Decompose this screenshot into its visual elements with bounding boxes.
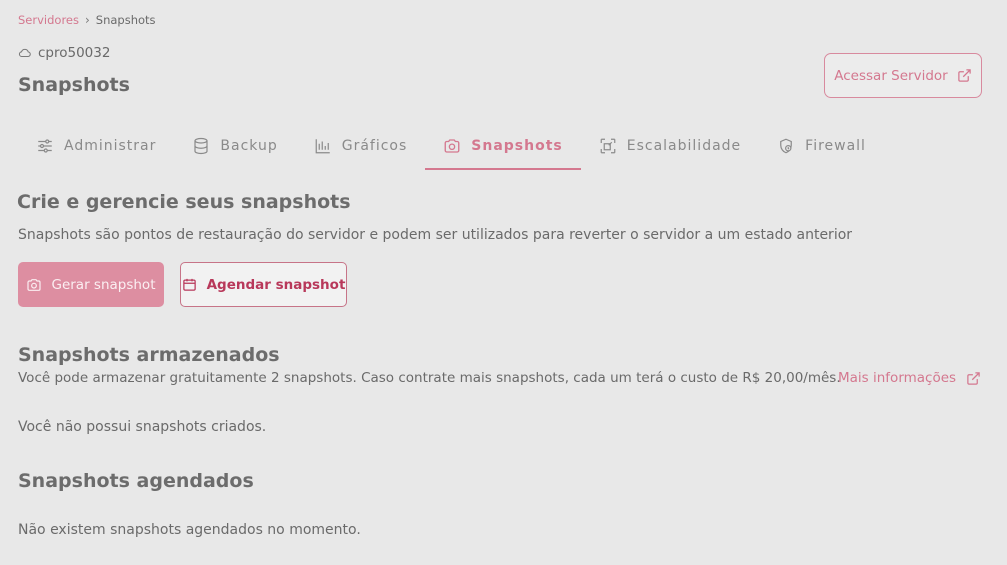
database-icon	[194, 137, 208, 155]
tab-label: Escalabilidade	[626, 138, 742, 154]
cloud-icon	[18, 48, 31, 58]
tab-graficos[interactable]: Gráficos	[296, 124, 426, 170]
breadcrumb-link-servidores[interactable]: Servidores	[18, 13, 79, 27]
tab-snapshots[interactable]: Snapshots	[425, 124, 581, 170]
stored-section-title: Snapshots armazenados	[18, 344, 280, 366]
tab-bar: Administrar Backup Gráficos Snapshots Es…	[18, 124, 884, 170]
access-server-label: Acessar Servidor	[834, 67, 948, 84]
generate-snapshot-button[interactable]: Gerar snapshot	[18, 262, 164, 307]
bar-chart-icon	[315, 139, 330, 154]
tab-label: Snapshots	[471, 138, 563, 154]
sliders-icon	[38, 139, 52, 153]
server-name-label: cpro50032	[38, 45, 111, 61]
tab-label: Gráficos	[341, 138, 408, 154]
generate-snapshot-label: Gerar snapshot	[51, 276, 156, 293]
page-title: Snapshots	[18, 74, 130, 96]
calendar-icon	[182, 278, 196, 291]
more-info-link[interactable]: Mais informações	[838, 370, 981, 386]
more-info-label: Mais informações	[838, 370, 957, 386]
camera-icon	[27, 278, 42, 291]
camera-icon	[444, 139, 460, 153]
shield-icon	[780, 138, 793, 154]
external-link-icon	[967, 371, 980, 385]
breadcrumb-current: Snapshots	[95, 13, 156, 27]
tab-label: Firewall	[805, 138, 866, 154]
access-server-button[interactable]: Acessar Servidor	[824, 53, 982, 98]
breadcrumb: Servidores › Snapshots	[18, 13, 156, 27]
create-section-description: Snapshots são pontos de restauração do s…	[18, 227, 853, 243]
tab-backup[interactable]: Backup	[174, 124, 295, 170]
scheduled-section-title: Snapshots agendados	[18, 470, 254, 492]
create-section-title: Crie e gerencie seus snapshots	[17, 191, 351, 213]
stored-section-description: Você pode armazenar gratuitamente 2 snap…	[18, 370, 841, 386]
external-link-icon	[957, 69, 971, 82]
no-snapshots-message: Você não possui snapshots criados.	[18, 419, 267, 435]
tab-administrar[interactable]: Administrar	[18, 124, 174, 170]
scale-icon	[600, 138, 616, 154]
server-name: cpro50032	[18, 45, 110, 61]
tab-label: Administrar	[64, 138, 157, 154]
no-scheduled-message: Não existem snapshots agendados no momen…	[18, 522, 361, 538]
schedule-snapshot-label: Agendar snapshot	[206, 276, 346, 293]
tab-firewall[interactable]: Firewall	[759, 124, 884, 170]
tab-label: Backup	[220, 138, 278, 154]
tab-escalabilidade[interactable]: Escalabilidade	[581, 124, 759, 170]
breadcrumb-separator-icon: ›	[84, 13, 90, 27]
schedule-snapshot-button[interactable]: Agendar snapshot	[180, 262, 347, 307]
